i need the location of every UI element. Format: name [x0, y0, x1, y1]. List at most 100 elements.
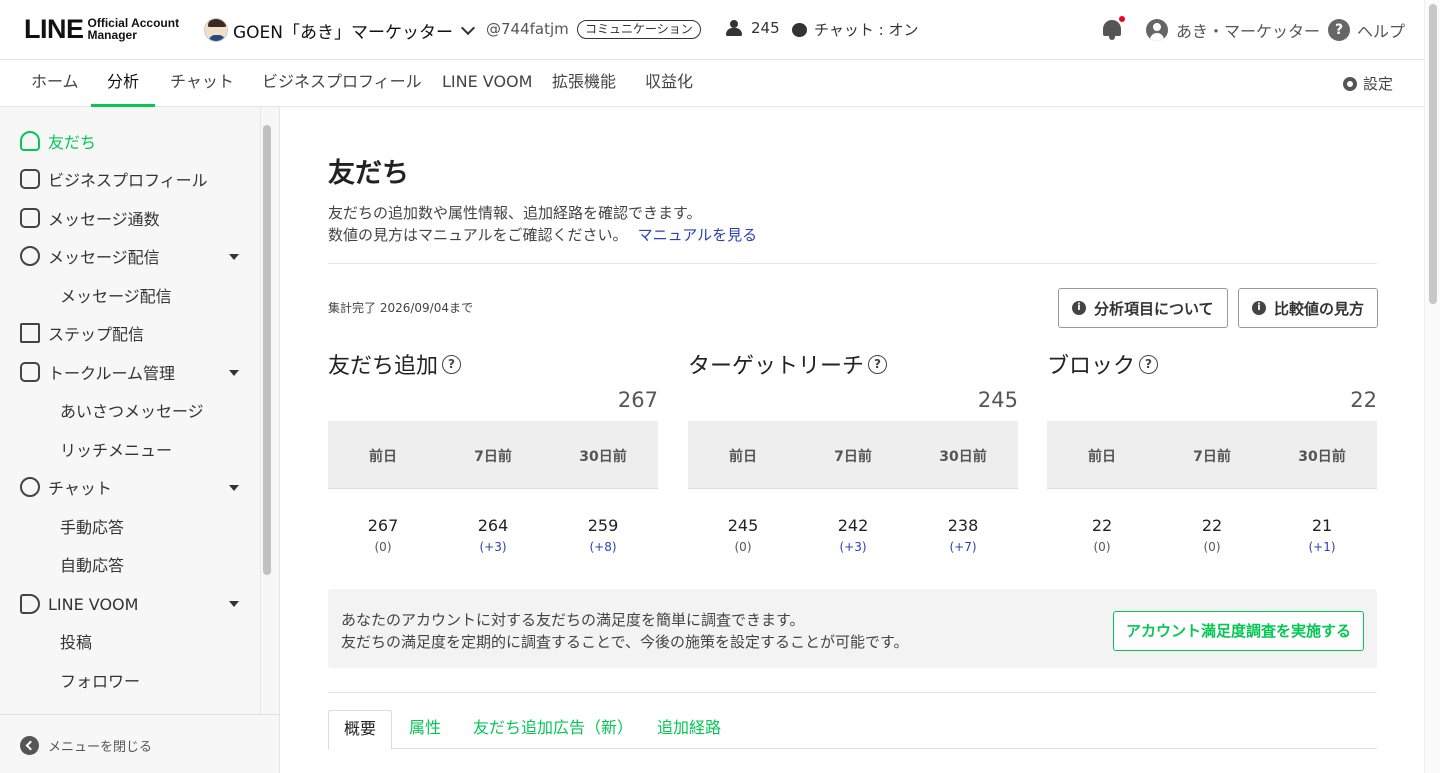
- manual-link[interactable]: マニュアルを見る: [638, 226, 758, 244]
- nav-chat[interactable]: チャット: [170, 60, 234, 107]
- stat-diff: (0): [374, 540, 392, 554]
- sidebar-item-business-profile[interactable]: ビジネスプロフィール: [20, 160, 208, 198]
- stat-header: 前日: [1088, 449, 1116, 465]
- sidebar-item-label: 友だち: [48, 133, 97, 152]
- satisfaction-survey-banner: あなたのアカウントに対する友だちの満足度を簡単に調査できます。 友だちの満足度を…: [328, 589, 1377, 668]
- sidebar-subitem-message-delivery[interactable]: メッセージ配信: [60, 276, 172, 314]
- stat-total: 245: [977, 388, 1018, 412]
- sidebar-item-talkroom[interactable]: トークルーム管理: [20, 353, 175, 391]
- sidebar-item-friends[interactable]: 友だち: [20, 122, 96, 160]
- stat-total: 22: [1350, 388, 1377, 412]
- help-circle-icon[interactable]: ?: [442, 354, 462, 374]
- stat-title: ブロック ?: [1047, 348, 1159, 380]
- stat-header: 30日前: [579, 449, 627, 465]
- stat-header: 30日前: [1298, 449, 1346, 465]
- stat-header-row: 前日 7日前 30日前: [688, 421, 1018, 489]
- tab-friend-ads[interactable]: 友だち追加広告（新）: [473, 710, 633, 749]
- stat-diff: (0): [1203, 540, 1221, 554]
- main-nav: ホーム 分析 チャット ビジネスプロフィール LINE VOOM 拡張機能 収益…: [0, 60, 1424, 107]
- chat-status-text: チャット : オン: [814, 21, 919, 39]
- sidebar-item-chat[interactable]: チャット: [20, 468, 112, 506]
- caret-down-icon[interactable]: [229, 601, 239, 607]
- sidebar-subitem-manual-reply[interactable]: 手動応答: [60, 507, 124, 545]
- stat-value: 238: [947, 516, 979, 535]
- caret-down-icon[interactable]: [229, 485, 239, 491]
- nav-business-profile[interactable]: ビジネスプロフィール: [262, 60, 422, 107]
- divider: [328, 692, 1377, 693]
- help-link[interactable]: ? ヘルプ: [1328, 18, 1405, 42]
- close-menu-button[interactable]: メニューを閉じる: [20, 736, 152, 755]
- inbox-icon: [20, 208, 40, 228]
- sidebar-scrollbar[interactable]: [263, 125, 271, 575]
- sidebar-subitem-followers[interactable]: フォロワー: [60, 661, 140, 699]
- stat-value: 267: [367, 516, 399, 535]
- chat-status[interactable]: チャット : オン: [792, 19, 918, 40]
- stat-title-text: ターゲットリーチ: [688, 354, 865, 379]
- sidebar-item-message-delivery[interactable]: メッセージ配信: [20, 237, 160, 275]
- aggregation-note: 集計完了 2026/09/04まで: [328, 301, 473, 315]
- nav-home[interactable]: ホーム: [31, 60, 79, 107]
- sidebar-item-label: リッチメニュー: [60, 441, 173, 460]
- page-scroll-thumb[interactable]: [1429, 4, 1437, 304]
- gear-icon: [1343, 76, 1357, 91]
- sidebar-footer: メニューを閉じる: [0, 714, 279, 773]
- info-icon: i: [1072, 301, 1086, 315]
- run-survey-button[interactable]: アカウント満足度調査を実施する: [1113, 611, 1365, 651]
- stat-value: 259: [587, 516, 619, 535]
- page-description-2: 数値の見方はマニュアルをご確認ください。 マニュアルを見る: [328, 224, 757, 245]
- sidebar-subitem-auto-reply[interactable]: 自動応答: [60, 545, 124, 583]
- about-items-button[interactable]: i 分析項目について: [1058, 288, 1228, 328]
- settings-link[interactable]: 設定: [1343, 60, 1393, 107]
- caret-down-icon[interactable]: [229, 370, 239, 376]
- help-label: ヘルプ: [1357, 22, 1406, 41]
- user-menu[interactable]: あき・マーケッター: [1146, 18, 1320, 42]
- sidebar-item-label: ビジネスプロフィール: [48, 171, 208, 190]
- sidebar-item-label: フォロワー: [60, 672, 141, 691]
- tab-attributes[interactable]: 属性: [409, 710, 441, 749]
- page-scrollbar[interactable]: [1424, 0, 1440, 773]
- notification-bell-icon[interactable]: [1101, 15, 1126, 41]
- stat-value: 22: [1201, 516, 1223, 535]
- account-id: @744fatjm: [486, 20, 569, 38]
- friend-count: 245: [725, 19, 780, 37]
- stat-header-row: 前日 7日前 30日前: [1047, 421, 1377, 489]
- comparison-guide-label: 比較値の見方: [1274, 299, 1365, 318]
- stat-total: 267: [617, 388, 658, 412]
- caret-down-icon[interactable]: [229, 254, 239, 260]
- account-switcher[interactable]: GOEN「あき」マーケッター: [204, 16, 476, 44]
- line-oa-logo[interactable]: LINE Official Account Manager: [24, 14, 188, 44]
- sidebar-subitem-greeting[interactable]: あいさつメッセージ: [60, 391, 204, 429]
- stat-title-text: 友だち追加: [328, 354, 439, 379]
- chat-icon: [20, 477, 40, 497]
- help-circle-icon[interactable]: ?: [868, 354, 888, 374]
- stat-diff: (0): [1093, 540, 1111, 554]
- stat-diff: (0): [734, 540, 752, 554]
- nav-line-voom[interactable]: LINE VOOM: [442, 60, 532, 107]
- help-circle-icon[interactable]: ?: [1139, 354, 1159, 374]
- voom-icon: [20, 594, 40, 614]
- comparison-guide-button[interactable]: i 比較値の見方: [1238, 288, 1379, 328]
- analytics-tabs: 概要 属性 友だち追加広告（新） 追加経路: [328, 710, 1377, 750]
- stat-value: 22: [1091, 516, 1113, 535]
- sidebar-subitem-rich-menu[interactable]: リッチメニュー: [60, 430, 172, 468]
- nav-extensions[interactable]: 拡張機能: [552, 60, 616, 107]
- step-icon: [20, 323, 40, 343]
- chevron-down-icon: [460, 20, 476, 35]
- sidebar-item-step-delivery[interactable]: ステップ配信: [20, 314, 144, 352]
- stat-value: 21: [1311, 516, 1333, 535]
- sidebar-item-line-voom[interactable]: LINE VOOM: [20, 585, 138, 623]
- chat-bubble-icon: [792, 22, 807, 37]
- user-name: あき・マーケッター: [1176, 22, 1321, 41]
- sidebar-item-message-count[interactable]: メッセージ通数: [20, 199, 160, 237]
- stat-diff: (+7): [949, 540, 977, 554]
- tab-acquisition-channels[interactable]: 追加経路: [657, 710, 721, 749]
- sidebar-subitem-posts[interactable]: 投稿: [60, 622, 92, 660]
- sidebar-scroll-track: [260, 107, 261, 715]
- nav-analytics[interactable]: 分析: [90, 60, 156, 107]
- stat-diff: (+1): [1308, 540, 1336, 554]
- sidebar: 友だち ビジネスプロフィール メッセージ通数 メッセージ配信 メッセージ配信 ス…: [0, 107, 280, 773]
- settings-label: 設定: [1363, 75, 1394, 93]
- tab-overview[interactable]: 概要: [328, 710, 392, 750]
- page-description: 友だちの追加数や属性情報、追加経路を確認できます。: [328, 204, 702, 222]
- nav-monetization[interactable]: 収益化: [645, 60, 693, 107]
